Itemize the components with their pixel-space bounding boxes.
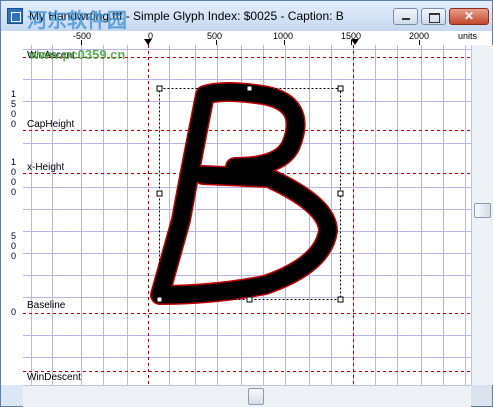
resize-handle[interactable]: [337, 190, 344, 197]
ruler-label: 500: [207, 31, 223, 41]
close-button[interactable]: ✕: [449, 8, 489, 25]
ruler-digit: 0: [11, 251, 17, 261]
close-icon: ✕: [463, 9, 475, 23]
baseline-label: Baseline: [27, 300, 66, 311]
glyph-grid: [23, 45, 471, 385]
win-descent-label: WinDescent: [27, 372, 81, 383]
ruler-digit: 0: [11, 109, 17, 119]
ruler-digit: 5: [11, 99, 17, 109]
ruler-digit: 0: [11, 241, 17, 251]
vertical-scrollbar[interactable]: [471, 45, 493, 385]
resize-handle[interactable]: [246, 296, 253, 303]
horizontal-scrollbar[interactable]: [23, 385, 471, 407]
watermark-logo: 河东软件园: [27, 10, 127, 32]
resize-handle[interactable]: [156, 296, 163, 303]
resize-handle[interactable]: [156, 190, 163, 197]
ruler-label: -500: [73, 31, 92, 41]
ruler-digit: 0: [11, 187, 17, 197]
glyph-editor-window: My Handwrting.ttf - Simple Glyph Index: …: [0, 0, 493, 407]
scrollbar-corner: [471, 385, 492, 406]
maximize-button[interactable]: [421, 8, 446, 25]
ruler-digit: 0: [11, 119, 17, 129]
horizontal-scroll-thumb[interactable]: [248, 388, 264, 405]
resize-handle[interactable]: [246, 85, 253, 92]
ruler-units: units: [458, 31, 478, 41]
vertical-ruler: 1 5 0 0 1 0 0 0 5 0 0 0: [1, 45, 24, 385]
glyph-canvas[interactable]: WinAscent CapHeight x-Height Baseline Wi…: [23, 45, 471, 385]
resize-handle[interactable]: [156, 85, 163, 92]
vertical-scroll-thumb[interactable]: [474, 203, 491, 218]
resize-handle[interactable]: [337, 85, 344, 92]
ruler-digit: 5: [11, 231, 17, 241]
ruler-digit: 1: [11, 157, 17, 167]
title-bar[interactable]: My Handwrting.ttf - Simple Glyph Index: …: [1, 1, 492, 32]
horizontal-ruler: -500 0 500 1000 1500 2000 units: [1, 31, 492, 46]
x-height-label: x-Height: [27, 162, 65, 173]
ruler-digit: 0: [11, 167, 17, 177]
resize-handle[interactable]: [337, 296, 344, 303]
watermark-url: www.pc0359.cn: [29, 47, 126, 62]
ruler-digit: 1: [11, 89, 17, 99]
ruler-digit: 0: [11, 307, 17, 317]
app-icon[interactable]: [7, 8, 23, 24]
ruler-digit: 0: [11, 177, 17, 187]
minimize-button[interactable]: [393, 8, 418, 25]
cap-height-label: CapHeight: [27, 119, 75, 130]
